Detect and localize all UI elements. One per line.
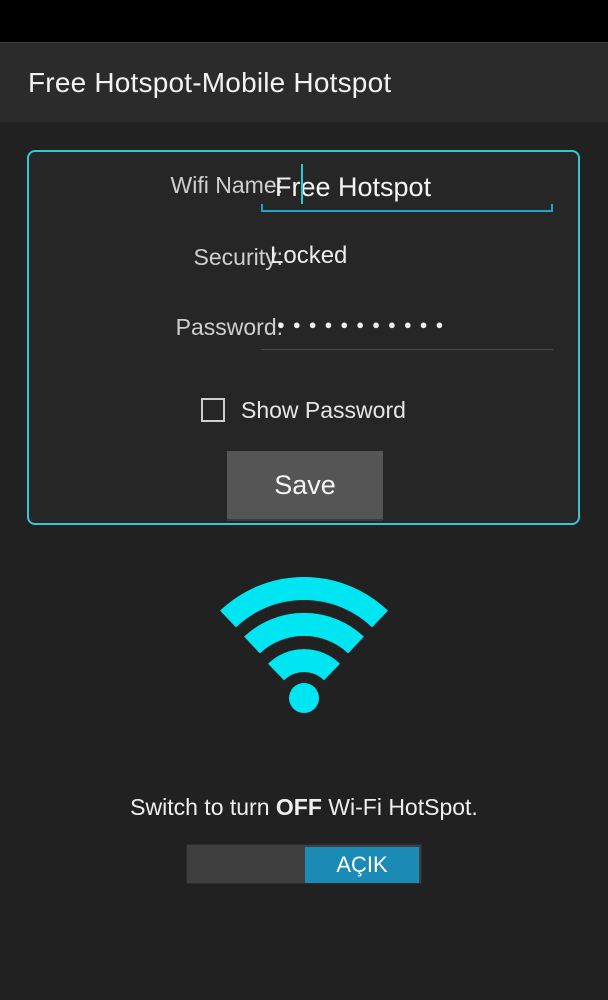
show-password-label: Show Password: [241, 397, 406, 423]
checkbox-icon[interactable]: [201, 398, 225, 422]
password-underline: [261, 349, 553, 350]
password-mask: ●●●●●●●●●●●: [277, 317, 452, 332]
wifi-name-tick-right: [551, 204, 553, 212]
wifi-icon-svg: [220, 577, 388, 713]
wifi-arc-middle: [244, 612, 364, 654]
password-label: Password:: [175, 314, 283, 340]
switch-caption-prefix: Switch to turn: [130, 794, 276, 820]
toggle-thumb[interactable]: AÇIK: [305, 847, 419, 883]
security-value: Locked: [270, 242, 348, 269]
wifi-name-field-wrap: [261, 162, 553, 212]
wifi-name-underline: [261, 210, 553, 212]
wifi-dot: [289, 683, 319, 713]
app-title: Free Hotspot-Mobile Hotspot: [28, 67, 392, 98]
switch-caption-bold: OFF: [275, 794, 322, 820]
wifi-name-tick-left: [261, 204, 263, 212]
switch-caption-suffix: Wi-Fi HotSpot.: [321, 794, 478, 820]
hotspot-settings-card: Wifi Name: Security: Locked Password: ●●…: [27, 150, 580, 525]
hotspot-toggle[interactable]: AÇIK: [186, 844, 422, 884]
wifi-icon: [214, 572, 394, 727]
password-input[interactable]: ●●●●●●●●●●●: [261, 302, 553, 350]
save-button[interactable]: Save: [227, 451, 383, 519]
status-bar: [0, 0, 608, 42]
wifi-name-label: Wifi Name:: [170, 172, 283, 198]
wifi-arc-inner: [267, 649, 341, 681]
switch-caption: Switch to turn OFF Wi-Fi HotSpot.: [0, 794, 608, 821]
text-cursor: [301, 164, 303, 204]
security-label: Security:: [193, 244, 283, 270]
wifi-name-input[interactable]: [261, 162, 553, 212]
action-bar: Free Hotspot-Mobile Hotspot: [0, 42, 608, 122]
